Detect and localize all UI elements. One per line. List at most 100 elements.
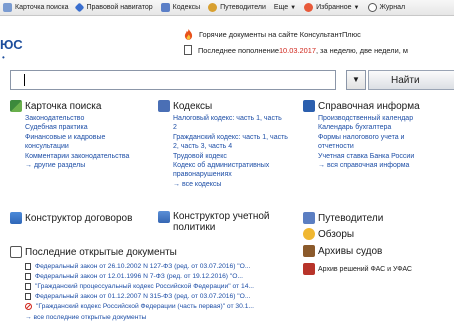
link-production-calendar[interactable]: Производственный календар <box>318 114 454 123</box>
toolbar-guides[interactable]: Путеводители <box>205 0 271 15</box>
court-archives-link[interactable]: Архивы судов <box>303 244 454 258</box>
accounting-policy-icon <box>158 211 170 223</box>
update-date-link[interactable]: 10.03.2017 <box>279 46 316 55</box>
link-tax-code[interactable]: Налоговый кодекс: часть 1, часть 2 <box>173 114 283 133</box>
reference-heading[interactable]: Справочная информа <box>303 99 454 113</box>
toolbar-label: Еще <box>273 4 289 11</box>
search-card-heading[interactable]: Карточка поиска <box>10 99 148 113</box>
link-bank-rate[interactable]: Учетная ставка Банка России <box>318 152 454 161</box>
link-accountant-calendar[interactable]: Календарь бухгалтера <box>318 123 454 132</box>
toolbar-favorites[interactable]: Избранное ▼ <box>301 0 364 15</box>
top-toolbar: Карточка поиска Правовой навигатор Кодек… <box>0 0 454 16</box>
document-icon <box>25 293 31 301</box>
update-periods-links[interactable]: , за неделю, две недели, м <box>316 46 408 55</box>
link-labor-code[interactable]: Трудовой кодекс <box>173 152 296 161</box>
chevron-down-icon: ▼ <box>352 75 360 84</box>
recent-document-title: "Гражданский процессуальный кодекс Росси… <box>35 282 254 290</box>
hot-documents-label: Горячие документы на сайте КонсультантПл… <box>199 29 361 39</box>
link-court-practice[interactable]: Судебная практика <box>25 123 148 132</box>
document-icon <box>25 282 31 290</box>
link-law-commentaries[interactable]: Комментарии законодательства <box>25 152 148 161</box>
chevron-down-icon: ▼ <box>353 4 360 11</box>
codes-heading[interactable]: Кодексы <box>158 99 296 113</box>
recent-document-title: Федеральный закон от 26.10.2002 N 127-ФЗ… <box>35 262 251 270</box>
reviews-link[interactable]: Обзоры <box>303 227 454 241</box>
right-tools-section: Путеводители Обзоры Архивы судов Архив р… <box>303 211 454 276</box>
link-legislation[interactable]: Законодательство <box>25 114 148 123</box>
recent-document-item[interactable]: Федеральный закон от 12.01.1996 N 7-ФЗ (… <box>25 271 300 281</box>
recent-document-item[interactable]: "Гражданский процессуальный кодекс Росси… <box>25 281 300 291</box>
fas-archive-icon <box>303 263 315 275</box>
chevron-down-icon: ▼ <box>290 4 297 11</box>
favorites-icon <box>304 3 314 12</box>
section-title: Последние открытые документы <box>25 246 177 258</box>
codes-section: Кодексы Налоговый кодекс: часть 1, часть… <box>158 99 296 189</box>
document-icon <box>25 272 31 280</box>
last-update-row: Последнее пополнение 10.03.2017, за неде… <box>184 42 454 58</box>
update-prefix: Последнее пополнение <box>198 45 279 55</box>
recent-document-item[interactable]: Федеральный закон от 26.10.2002 N 127-ФЗ… <box>25 261 300 271</box>
toolbar-label: Журнал <box>379 4 406 11</box>
search-card-icon <box>3 3 12 12</box>
link-all-recent-documents[interactable]: → все последние открытые документы <box>25 313 300 322</box>
toolbar-label: Правовой навигатор <box>86 4 153 11</box>
contracts-section: Конструктор договоров <box>10 211 150 225</box>
recent-document-title: Федеральный закон от 01.12.2007 N 315-ФЗ… <box>35 293 251 301</box>
brand-logo-text: ЮС <box>0 37 23 52</box>
section-title: Путеводители <box>318 212 384 224</box>
section-title: Архив решений ФАС и УФАС <box>318 265 412 273</box>
link-tax-forms[interactable]: Формы налогового учета и отчетности <box>318 133 424 152</box>
toolbar-journal[interactable]: Журнал <box>365 0 411 15</box>
guides-icon <box>303 212 315 224</box>
toolbar-legal-navigator[interactable]: Правовой навигатор <box>73 0 157 15</box>
section-title: Обзоры <box>318 228 355 240</box>
hot-documents-link[interactable]: Горячие документы на сайте КонсультантПл… <box>184 26 454 42</box>
section-title: Карточка поиска <box>25 100 102 112</box>
codes-icon <box>160 3 170 12</box>
brand-mark: • <box>2 53 5 62</box>
document-icon <box>184 45 192 55</box>
search-button[interactable]: Найти <box>368 70 454 90</box>
link-all-reference[interactable]: → вся справочная информа <box>318 161 454 170</box>
fas-archive-link[interactable]: Архив решений ФАС и УФАС <box>303 262 454 276</box>
section-title: Кодексы <box>173 100 213 112</box>
toolbar-more[interactable]: Еще ▼ <box>271 0 301 15</box>
journal-icon <box>367 3 377 12</box>
court-archive-icon <box>303 245 315 257</box>
section-title: Конструктор договоров <box>25 212 133 224</box>
section-title: Архивы судов <box>318 245 383 257</box>
toolbar-label: Путеводители <box>220 4 266 11</box>
recent-documents-heading: Последние открытые документы <box>10 245 300 259</box>
link-civil-code[interactable]: Гражданский кодекс: часть 1, часть 2, ча… <box>173 133 293 152</box>
recent-documents-icon <box>10 246 22 258</box>
reference-section: Справочная информа Производственный кале… <box>303 99 454 170</box>
toolbar-codes[interactable]: Кодексы <box>158 0 205 15</box>
text-cursor <box>24 74 25 86</box>
search-card-section: Карточка поиска Законодательство Судебна… <box>10 99 148 170</box>
guides-link[interactable]: Путеводители <box>303 211 454 225</box>
reference-icon <box>303 100 315 112</box>
document-icon <box>25 262 31 270</box>
link-other-sections[interactable]: → другие разделы <box>25 161 148 170</box>
link-financial-consultations[interactable]: Финансовые и кадровые консультации <box>25 133 123 152</box>
recent-document-title: "Гражданский кодекс Российской Федерации… <box>36 303 255 311</box>
guides-icon <box>208 3 218 12</box>
toolbar-label: Карточка поиска <box>15 4 69 11</box>
search-bar: ▼ Найти <box>10 70 454 90</box>
search-history-dropdown[interactable]: ▼ <box>346 70 366 90</box>
section-title: Конструктор учетной политики <box>173 211 270 233</box>
contract-builder-link[interactable]: Конструктор договоров <box>10 211 150 225</box>
link-administrative-code[interactable]: Кодекс об административных правонарушени… <box>173 161 283 180</box>
recent-document-title: Федеральный закон от 12.01.1996 N 7-ФЗ (… <box>35 272 244 280</box>
search-input[interactable] <box>10 70 336 90</box>
recent-document-item[interactable]: Федеральный закон от 01.12.2007 N 315-ФЗ… <box>25 292 300 302</box>
link-all-codes[interactable]: → все кодексы <box>173 180 296 189</box>
fire-icon <box>184 28 193 40</box>
invalid-document-icon <box>25 303 32 311</box>
toolbar-search-card[interactable]: Карточка поиска <box>0 0 73 15</box>
book-icon <box>158 100 170 112</box>
recent-document-item[interactable]: "Гражданский кодекс Российской Федерации… <box>25 302 300 312</box>
news-block: Горячие документы на сайте КонсультантПл… <box>184 26 454 58</box>
accounting-policy-builder-link[interactable]: Конструктор учетной политики <box>158 211 298 233</box>
navigator-icon <box>75 2 85 13</box>
